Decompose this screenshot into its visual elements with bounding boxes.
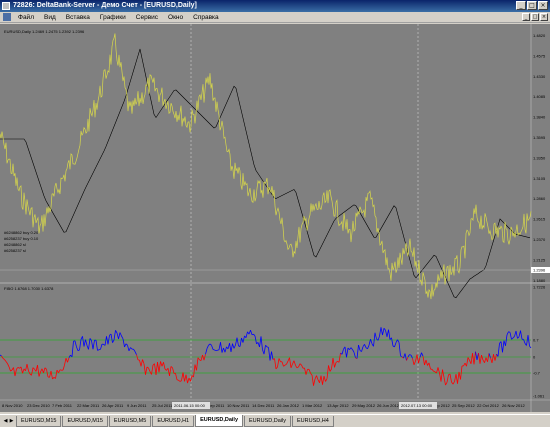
time-axis-label: 8 Nov 2010 (2, 403, 23, 408)
menu-view[interactable]: Вид (39, 12, 61, 23)
menu-window[interactable]: Окно (163, 12, 188, 23)
tab-eurusd-m5[interactable]: EURUSD,M5 (108, 416, 152, 427)
minimize-button[interactable]: _ (516, 1, 526, 10)
price-scale-label: 1.3105 (533, 176, 546, 181)
time-axis-label: 25 Sep 2012 (452, 403, 475, 408)
price-scale-label: 1.3595 (533, 135, 546, 140)
tab-eurusd-h4[interactable]: EURUSD,H4 (292, 416, 334, 427)
time-axis-label: 29 May 2012 (352, 403, 376, 408)
time-axis-label: 10 Nov 2011 (227, 403, 250, 408)
price-scale-label: 1.2125 (533, 257, 546, 262)
chart-canvas[interactable]: EURUSD,Daily 1.2469 1.2475 1.2392 1.2396… (0, 24, 550, 412)
time-axis-label: 13 Apr 2012 (327, 403, 349, 408)
tab-eurusd-m15[interactable]: EURUSD,M15 (62, 416, 108, 427)
oscillator-segment (508, 331, 511, 333)
chart-area[interactable]: EURUSD,Daily 1.2469 1.2475 1.2392 1.2396… (0, 24, 550, 412)
price-scale-label: 1.4330 (533, 74, 546, 79)
indicator-scale-label: 0.7 (533, 338, 539, 343)
tab-eurusd-m15[interactable]: EURUSD,M15 (16, 416, 62, 427)
indicator-scale-label: 1.7226 (533, 285, 546, 290)
indicator-header: FIBO 1.6768 1.7030 1.6378 (4, 286, 54, 291)
time-axis-label: 14 Dec 2011 (252, 403, 275, 408)
time-axis: 8 Nov 2010 23 Dec 2010 7 Feb 2011 22 Mar 20… (2, 403, 525, 408)
time-axis-label: 26 Nov 2012 (502, 403, 525, 408)
tab-eurusd-daily[interactable]: EURUSD,Daily (195, 415, 244, 427)
oscillator-segment (217, 349, 220, 351)
tab-eurusd-h1[interactable]: EURUSD,H1 (152, 416, 195, 427)
price-scale-label: 1.4820 (533, 33, 546, 38)
current-price-label: 1.2396 (533, 268, 546, 273)
menu-tools[interactable]: Сервис (131, 12, 163, 23)
menu-charts[interactable]: Графики (95, 12, 131, 23)
close-button[interactable]: × (538, 1, 548, 10)
tab-navigation: ◀ ▶ (3, 418, 14, 425)
order-label: #6258237 sl (4, 248, 26, 253)
chart-tabs: ◀ ▶ EURUSD,M15 EURUSD,M15 EURUSD,M5 EURU… (0, 414, 550, 427)
oscillator-segment (212, 349, 215, 351)
chart-close-button[interactable]: × (540, 13, 548, 21)
chart-window-controls: _ □ × (522, 13, 548, 21)
time-axis-label: 7 Feb 2011 (52, 403, 73, 408)
menu-file[interactable]: Файл (13, 12, 39, 23)
price-scale-label: 1.1880 (533, 278, 546, 283)
chart-restore-button[interactable]: □ (531, 13, 539, 21)
maximize-button[interactable]: □ (527, 1, 537, 10)
order-label: #6258237 buy 0.10 (4, 236, 39, 241)
app-icon (2, 2, 10, 10)
tab-scroll-left-icon[interactable]: ◀ (3, 418, 8, 425)
chart-window-icon[interactable] (3, 13, 11, 21)
chart-minimize-button[interactable]: _ (522, 13, 530, 21)
time-axis-label: 25 Jul 2011 (152, 403, 173, 408)
price-scale-label: 1.4085 (533, 94, 546, 99)
crosshair-date-label: 2012.07.13 00:00 (401, 403, 433, 408)
price-scale-label: 1.2860 (533, 196, 546, 201)
time-axis-label: 22 Mar 2011 (77, 403, 100, 408)
time-axis-label: 9 Jun 2011 (127, 403, 147, 408)
order-label: #6248862 sl (4, 242, 26, 247)
window-controls: _ □ × (516, 1, 548, 10)
title-bar: 72826: DeltaBank-Server - Демо Счет - [E… (0, 0, 550, 12)
terminal-window: 72826: DeltaBank-Server - Демо Счет - [E… (0, 0, 550, 427)
time-axis-label: 26 Apr 2011 (102, 403, 124, 408)
crosshair-date-label: 2011.06.15 00:00 (174, 403, 206, 408)
time-axis-label: 1 Mar 2012 (302, 403, 323, 408)
main-chart-header: EURUSD,Daily 1.2469 1.2475 1.2392 1.2396 (4, 29, 85, 34)
price-scale-label: 1.2615 (533, 217, 546, 222)
time-axis-label: 26 Jan 2012 (277, 403, 300, 408)
chart-background (0, 24, 550, 412)
time-axis-label: 26 Jun 2012 (377, 403, 400, 408)
oscillator-segment (409, 354, 412, 356)
price-scale-label: 1.2370 (533, 237, 546, 242)
indicator-scale-label: -1.061 (533, 394, 545, 399)
oscillator-segment (433, 370, 436, 373)
price-scale-label: 1.4575 (533, 53, 546, 58)
tab-scroll-right-icon[interactable]: ▶ (9, 418, 14, 425)
time-axis-label: 22 Oct 2012 (477, 403, 500, 408)
time-axis-label: 23 Dec 2010 (27, 403, 50, 408)
tab-eurusd-daily[interactable]: EURUSD,Daily (244, 416, 291, 427)
order-label: #6248862 buy 0.20 (4, 230, 39, 235)
menu-insert[interactable]: Вставка (61, 12, 95, 23)
menu-help[interactable]: Справка (188, 12, 224, 23)
price-scale-label: 1.3840 (533, 115, 546, 120)
indicator-scale-label: -0.7 (533, 371, 541, 376)
window-title: 72826: DeltaBank-Server - Демо Счет - [E… (13, 2, 197, 9)
menu-bar: Файл Вид Вставка Графики Сервис Окно Спр… (0, 12, 550, 23)
price-scale-label: 1.3350 (533, 155, 546, 160)
